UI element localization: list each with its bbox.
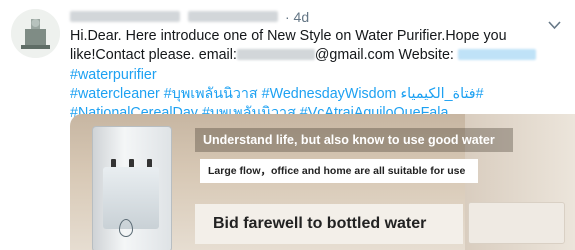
hashtag-link[interactable]: #فتاة_الكيمياء	[400, 86, 483, 102]
background-furniture	[468, 202, 565, 244]
hashtag-link[interactable]: #waterpurifier	[70, 67, 157, 83]
email-redacted	[236, 49, 315, 61]
media-tagline: Bid farewell to bottled water	[195, 204, 463, 244]
timestamp[interactable]: · 4d	[285, 8, 309, 26]
water-purifier-illustration	[92, 126, 172, 250]
hashtag-link[interactable]: #watercleaner	[70, 86, 160, 102]
display-name-redacted[interactable]	[70, 11, 180, 22]
tweet-media-image[interactable]: Understand life, but also know to use go…	[70, 114, 575, 250]
website-link-redacted[interactable]	[457, 49, 536, 61]
tweet-text-part: @gmail.com Website:	[314, 47, 454, 64]
water-drop-icon	[119, 219, 133, 237]
media-headline: Understand life, but also know to use go…	[195, 128, 513, 152]
avatar[interactable]	[11, 9, 60, 58]
username-redacted[interactable]	[188, 11, 278, 22]
tweet-text: Hi.Dear. Here introduce one of New Style…	[70, 27, 565, 123]
hashtag-link[interactable]: #WednesdayWisdom	[262, 86, 397, 102]
media-subline: Large flow，office and home are all suita…	[200, 159, 478, 183]
hashtag-link[interactable]: #บุพเพลันนิวาส	[164, 86, 258, 102]
tweet: · 4d Hi.Dear. Here introduce one of New …	[0, 0, 575, 250]
tweet-header: · 4d	[70, 8, 570, 30]
avatar-image	[11, 9, 60, 58]
dispenser-panel	[103, 167, 159, 237]
